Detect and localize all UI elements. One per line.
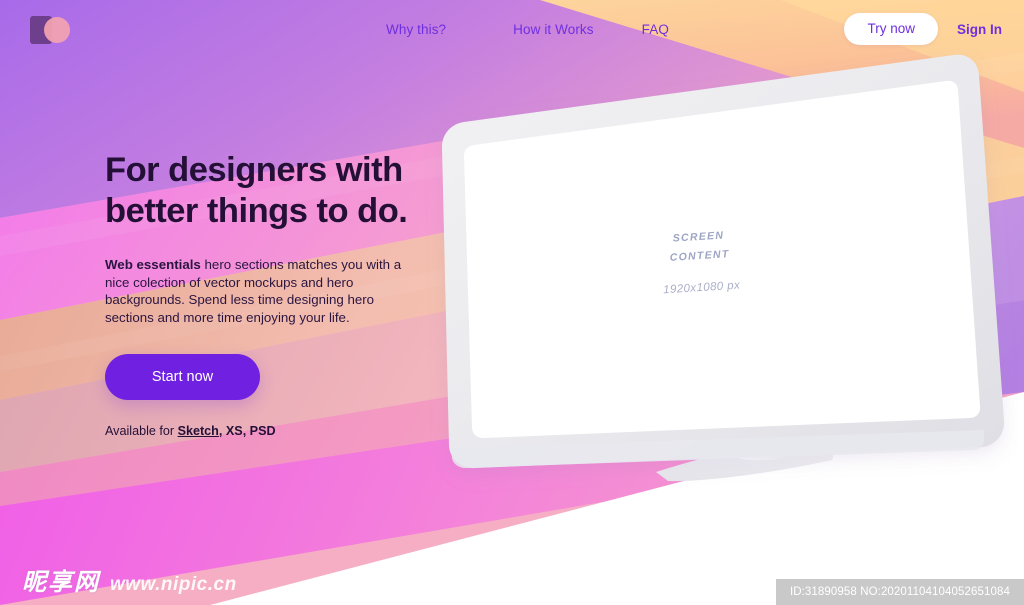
hero-paragraph-bold: Web essentials [105,257,201,272]
brand-logo[interactable] [30,16,84,44]
nav-item-why-this[interactable]: Why this? [386,22,446,37]
page-root: SCREEN CONTENT 1920x1080 px Why this? Ho… [0,0,1024,605]
watermark-id-text: ID:31890958 NO:20201104104052651084 [789,586,1010,598]
nav-item-faq[interactable]: FAQ [642,22,669,37]
hero-headline: For designers with better things to do. [105,151,408,230]
start-now-button[interactable]: Start now [105,354,260,401]
logo-circle-shape [44,17,70,43]
main-navigation: Why this? How it Works FAQ [386,0,669,58]
nav-item-how-it-works[interactable]: How it Works [513,22,593,37]
available-prefix: Available for [105,424,178,439]
sign-in-link[interactable]: Sign In [957,22,1002,37]
try-now-button[interactable]: Try now [844,13,938,45]
available-rest: , XS, PSD [218,424,276,439]
site-header: Why this? How it Works FAQ Try now Sign … [0,0,1024,58]
watermark-id-bar: ID:31890958 NO:20201104104052651084 [775,579,1024,605]
hero-paragraph: Web essentials hero sections matches you… [105,256,410,326]
hero-section: For designers with better things to do. … [105,150,485,438]
available-formats: Available for Sketch, XS, PSD [105,424,485,438]
auth-actions: Try now Sign In [844,0,1002,58]
monitor-mockup [442,54,1005,482]
available-sketch-link[interactable]: Sketch [178,424,219,438]
